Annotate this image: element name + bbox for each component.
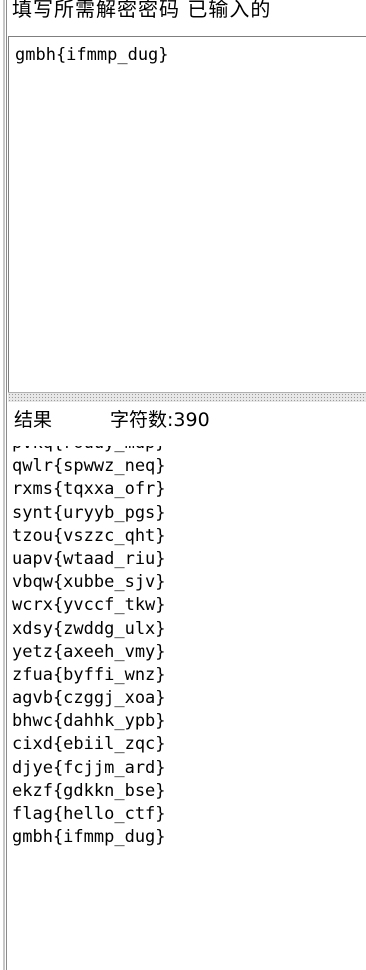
result-line[interactable]: djye{fcjjm_ard}	[12, 757, 166, 780]
result-line[interactable]: vbqw{xubbe_sjv}	[12, 571, 166, 594]
result-lines: pvkq{rouuy_mdp} qwlr{spwwz_neq} rxms{tqx…	[12, 446, 166, 849]
result-line[interactable]: flag{hello_ctf}	[12, 803, 166, 826]
result-label: 结果	[14, 409, 53, 431]
result-line[interactable]: qwlr{spwwz_neq}	[12, 455, 166, 478]
input-textarea[interactable]: gmbh{ifmmp_dug}	[8, 36, 366, 392]
result-header: 结果 字符数:390	[8, 403, 366, 437]
result-line[interactable]: wcrx{yvccf_tkw}	[12, 594, 166, 617]
result-line[interactable]: xdsy{zwddg_ulx}	[12, 618, 166, 641]
top-toolbar-partial: 填写所需解密密码 已输入的	[8, 0, 366, 36]
result-line[interactable]: pvkq{rouuy_mdp}	[12, 446, 166, 455]
window-left-border	[0, 0, 7, 970]
top-partial-text: 填写所需解密密码 已输入的	[12, 0, 272, 21]
pane-splitter[interactable]	[8, 392, 366, 402]
result-line[interactable]: gmbh{ifmmp_dug}	[12, 826, 166, 849]
result-line[interactable]: uapv{wtaad_riu}	[12, 548, 166, 571]
result-line[interactable]: agvb{czggj_xoa}	[12, 687, 166, 710]
character-count: 字符数:390	[110, 409, 210, 431]
input-text[interactable]: gmbh{ifmmp_dug}	[15, 43, 169, 67]
result-line[interactable]: rxms{tqxxa_ofr}	[12, 478, 166, 501]
result-line[interactable]: tzou{vszzc_qht}	[12, 525, 166, 548]
result-line[interactable]: bhwc{dahhk_ypb}	[12, 710, 166, 733]
result-textarea[interactable]: pvkq{rouuy_mdp} qwlr{spwwz_neq} rxms{tqx…	[8, 446, 366, 970]
window-border-shade	[3, 0, 5, 970]
result-line[interactable]: yetz{axeeh_vmy}	[12, 641, 166, 664]
result-line[interactable]: synt{uryyb_pgs}	[12, 502, 166, 525]
result-line[interactable]: cixd{ebiil_zqc}	[12, 733, 166, 756]
result-line[interactable]: zfua{byffi_wnz}	[12, 664, 166, 687]
result-line[interactable]: ekzf{gdkkn_bse}	[12, 780, 166, 803]
